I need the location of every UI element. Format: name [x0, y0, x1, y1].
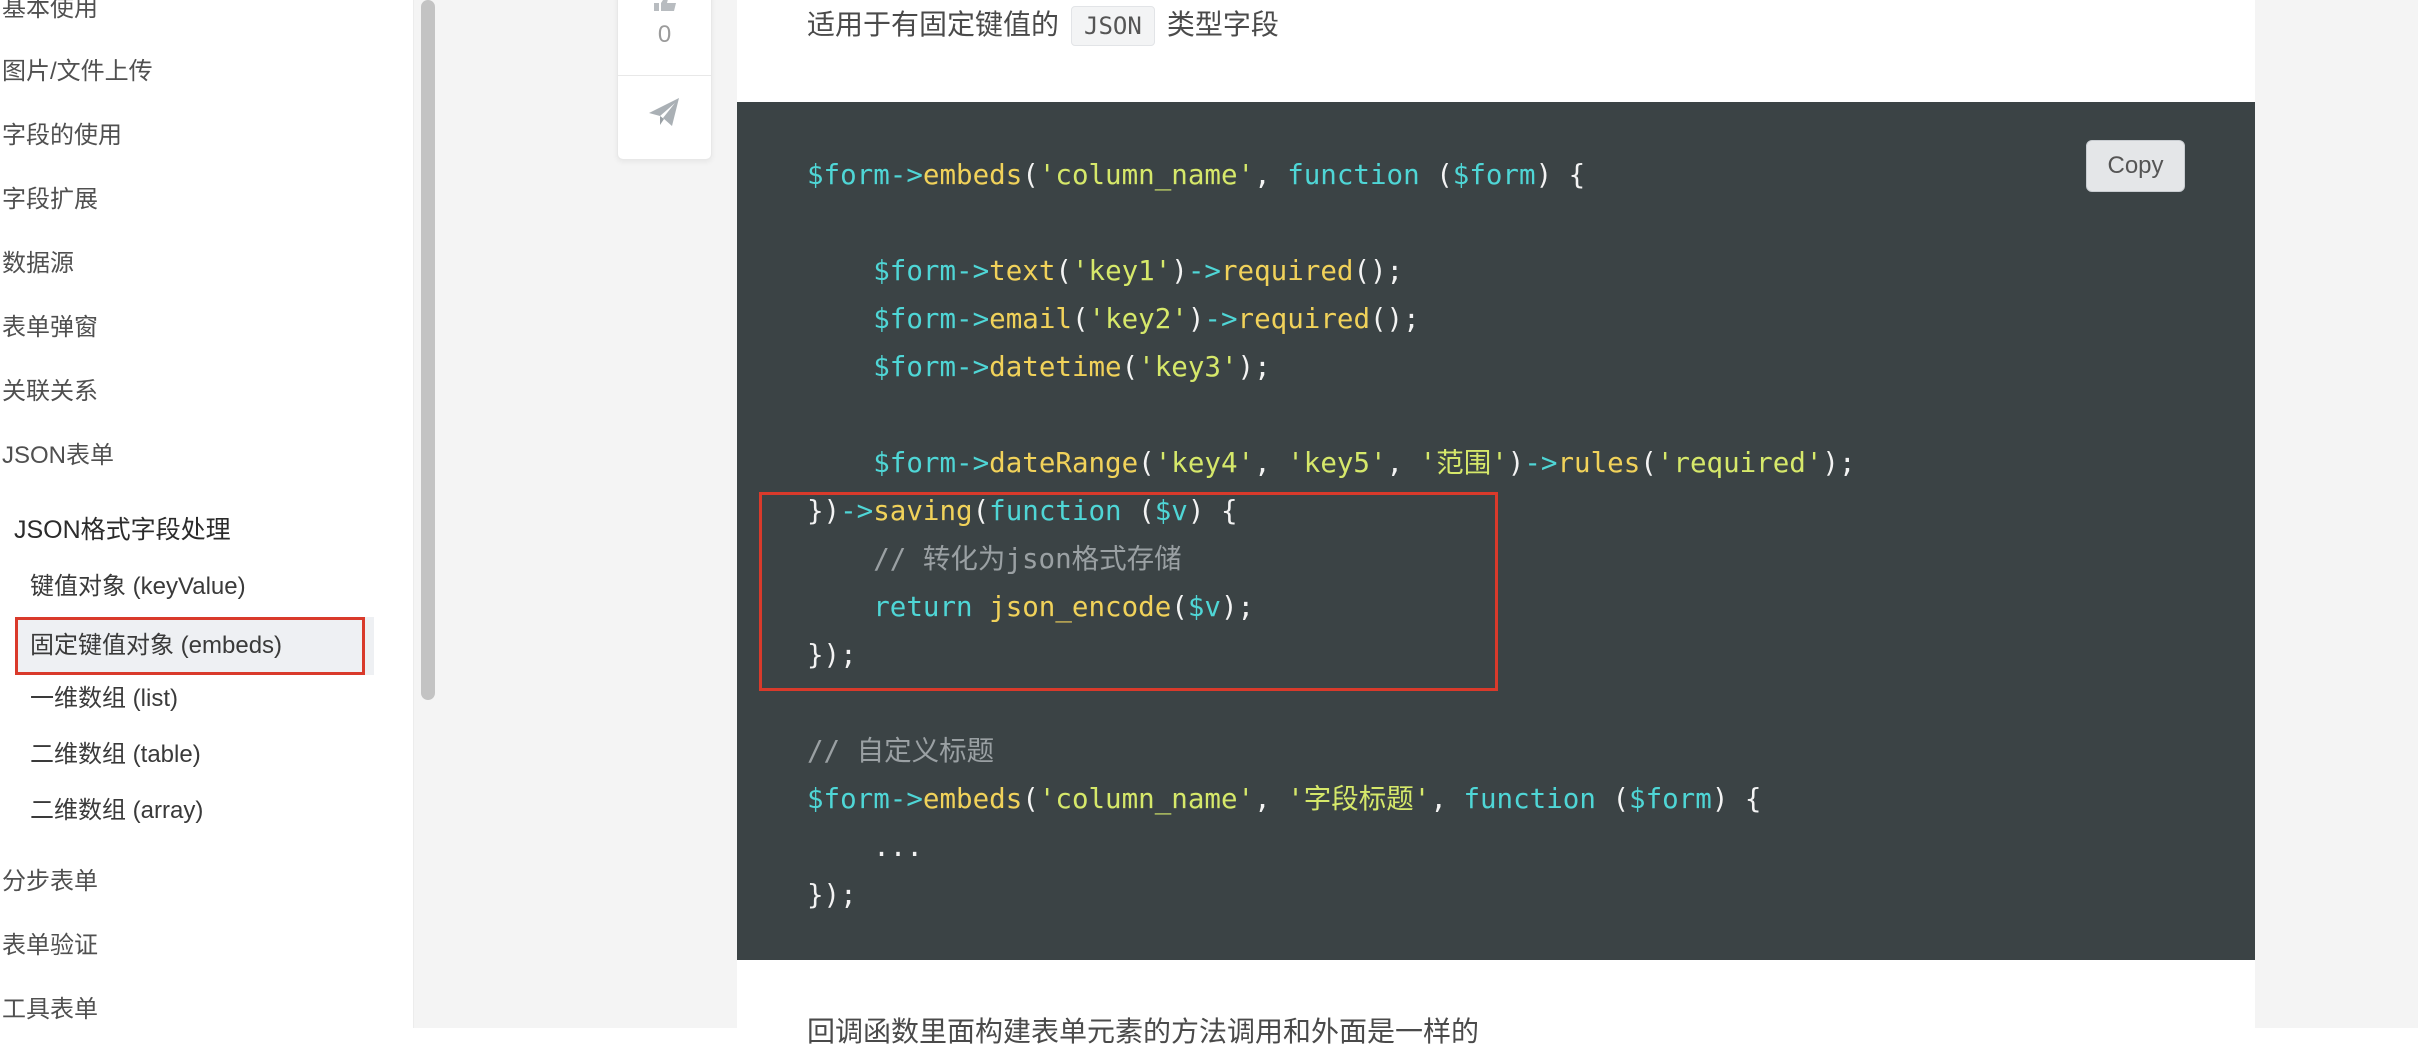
sidebar-item-validation[interactable]: 表单验证 [2, 931, 98, 961]
sidebar-item-form-modal[interactable]: 表单弹窗 [2, 313, 98, 343]
inline-code-json: JSON [1071, 6, 1155, 46]
sidebar-item-relations[interactable]: 关联关系 [2, 377, 98, 407]
intro-suffix: 类型字段 [1166, 9, 1279, 40]
active-item-highlight-box [15, 617, 365, 675]
sidebar-item-field-usage[interactable]: 字段的使用 [2, 121, 122, 151]
sidebar-item-field-extension[interactable]: 字段扩展 [2, 185, 98, 215]
sidebar-item-list[interactable]: 一维数组 (list) [16, 670, 374, 728]
copy-button[interactable]: Copy [2086, 140, 2185, 192]
sidebar-subsection-title: JSON格式字段处理 [14, 516, 231, 544]
sidebar: 基本使用 图片/文件上传 字段的使用 字段扩展 数据源 表单弹窗 关联关系 JS… [0, 0, 414, 1028]
intro-prefix: 适用于有固定键值的 [807, 9, 1060, 40]
scrollbar-thumb[interactable] [421, 0, 435, 700]
sidebar-scrollbar[interactable] [413, 0, 446, 1028]
sidebar-item-array[interactable]: 二维数组 (array) [16, 782, 374, 840]
sidebar-item-image-upload[interactable]: 图片/文件上传 [2, 57, 153, 87]
page-right-gutter [2255, 0, 2418, 1028]
sidebar-item-keyvalue[interactable]: 键值对象 (keyValue) [16, 558, 374, 616]
sidebar-item-tool-form[interactable]: 工具表单 [2, 995, 98, 1025]
sidebar-item-table[interactable]: 二维数组 (table) [16, 726, 374, 784]
sidebar-item-json-form[interactable]: JSON表单 [2, 441, 114, 471]
article-content: 适用于有固定键值的 JSON 类型字段 Copy $form->embeds('co… [737, 0, 2255, 1047]
bottom-paragraph: 回调函数里面构建表单元素的方法调用和外面是一样的 [807, 1016, 1480, 1047]
paper-plane-icon[interactable] [647, 95, 681, 129]
article-action-card: 0 [617, 0, 712, 160]
sidebar-item-step-form[interactable]: 分步表单 [2, 867, 98, 897]
sidebar-item-data-source[interactable]: 数据源 [2, 249, 74, 279]
like-count: 0 [657, 21, 672, 48]
thumbs-up-icon[interactable] [652, 0, 678, 11]
code-block: Copy $form->embeds('column_name', functi… [737, 102, 2255, 960]
intro-text: 适用于有固定键值的 JSON 类型字段 [807, 6, 1279, 46]
card-divider [618, 75, 711, 76]
sidebar-item-basic-usage[interactable]: 基本使用 [2, 0, 98, 24]
code-highlight-box [759, 492, 1498, 691]
